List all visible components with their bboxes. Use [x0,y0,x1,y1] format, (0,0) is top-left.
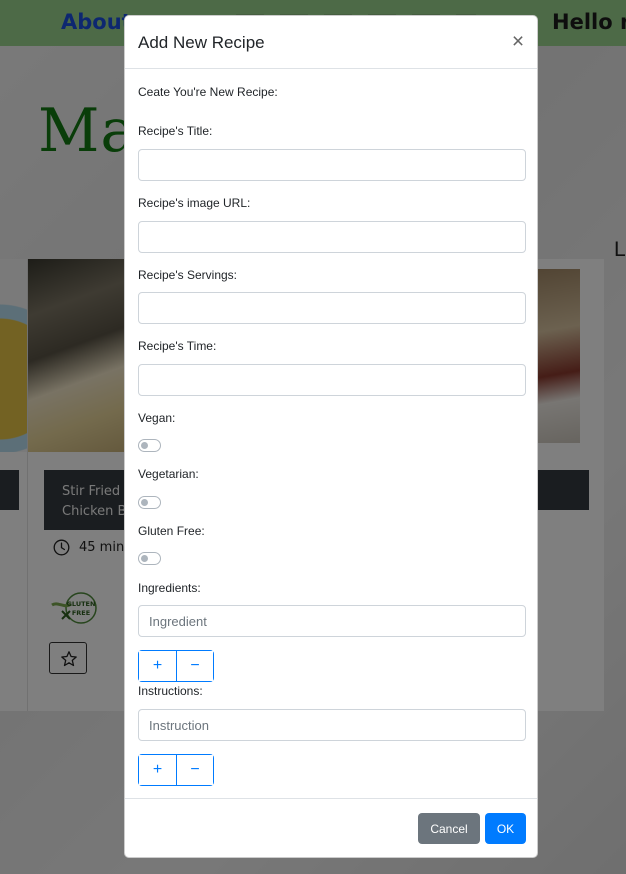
instruction-input[interactable] [138,709,526,741]
recipe-title-input[interactable] [138,149,526,181]
ingredient-input[interactable] [138,605,526,637]
cancel-button[interactable]: Cancel [418,813,480,844]
instruction-buttons: + − [138,754,214,786]
title-label: Recipe's Title: [138,124,213,138]
ingredients-label: Ingredients: [138,581,201,595]
instructions-label: Instructions: [138,684,203,698]
recipe-time-input[interactable] [138,364,526,396]
recipe-servings-input[interactable] [138,292,526,324]
plus-icon: + [152,657,163,674]
ingredient-buttons: + − [138,650,214,682]
vegan-toggle[interactable] [138,439,161,452]
image-url-label: Recipe's image URL: [138,196,251,210]
servings-label: Recipe's Servings: [138,268,237,282]
modal-header: Add New Recipe × [125,16,537,69]
modal-title: Add New Recipe [138,33,265,52]
form-intro: Ceate You're New Recipe: [138,85,278,99]
add-ingredient-button[interactable]: + [139,651,176,681]
vegan-label: Vegan: [138,411,176,425]
remove-ingredient-button[interactable]: − [175,651,213,681]
minus-icon: − [190,657,200,674]
close-icon[interactable]: × [509,31,527,53]
minus-icon: − [190,761,200,778]
gluten-free-toggle[interactable] [138,552,161,565]
gluten-free-label: Gluten Free: [138,524,205,538]
recipe-image-url-input[interactable] [138,221,526,253]
add-instruction-button[interactable]: + [139,755,176,785]
vegetarian-label: Vegetarian: [138,467,199,481]
vegetarian-toggle[interactable] [138,496,161,509]
modal-footer: Cancel OK [125,798,537,858]
plus-icon: + [152,761,163,778]
add-recipe-modal: Add New Recipe × Ceate You're New Recipe… [124,15,538,858]
ok-button[interactable]: OK [485,813,526,844]
remove-instruction-button[interactable]: − [175,755,213,785]
time-label: Recipe's Time: [138,339,217,353]
